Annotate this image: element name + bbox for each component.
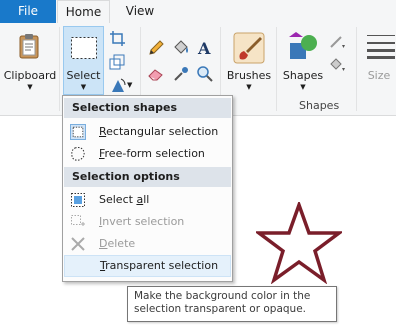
select-label: Select (66, 69, 101, 82)
shapes-label: Shapes (282, 69, 324, 82)
rectangular-selection-icon (71, 37, 97, 59)
magnifier-icon[interactable] (196, 65, 214, 83)
menu-label-post: nvert selection (102, 215, 185, 228)
menu-item-transparent-selection[interactable]: Transparent selection (64, 255, 231, 277)
color-picker-icon[interactable] (172, 65, 190, 83)
group-divider (59, 27, 60, 111)
size-label: Size (367, 69, 391, 82)
text-icon[interactable]: A (196, 39, 214, 57)
free-form-selection-icon (71, 147, 85, 161)
chevron-down-icon: ▼ (246, 83, 252, 91)
clipboard-button[interactable]: Clipboard ▼ (3, 25, 57, 95)
select-button[interactable]: Select ▼ (63, 26, 104, 95)
fill-bucket-icon[interactable] (172, 39, 190, 57)
select-all-icon (71, 193, 85, 207)
chevron-down-icon: ▼ (80, 83, 87, 91)
menu-item-rectangular-selection[interactable]: Rectangular selection (64, 121, 231, 143)
outline-icon[interactable] (328, 33, 346, 51)
chevron-down-icon: ▼ (300, 83, 306, 91)
tooltip: Make the background color in the selecti… (127, 286, 337, 322)
chevron-down-icon[interactable]: ▼ (127, 81, 132, 89)
delete-icon (71, 237, 85, 251)
menu-item-delete[interactable]: Delete (64, 233, 231, 255)
brushes-label: Brushes (226, 69, 272, 82)
menu-label-post: ransparent selection (105, 259, 219, 272)
resize-icon[interactable] (109, 53, 127, 71)
menu-label-post: ectangular selection (106, 125, 219, 138)
svg-text:A: A (197, 39, 211, 57)
invert-selection-icon (71, 215, 85, 226)
eraser-icon[interactable] (147, 65, 165, 83)
clipboard-icon (19, 34, 39, 59)
size-button[interactable]: Size (362, 25, 396, 95)
tooltip-line-1: Make the background color in the (134, 290, 311, 302)
rectangular-selection-icon (70, 124, 86, 140)
shapes-group-label: Shapes (299, 99, 340, 112)
menu-label-post: elete (107, 237, 136, 250)
tab-file[interactable]: File (0, 0, 56, 23)
menu-label-post: ree-form selection (104, 147, 205, 160)
clipboard-label: Clipboard (3, 69, 57, 82)
shapes-icon (289, 32, 317, 59)
tooltip-line-2: selection transparent or opaque. (134, 303, 306, 315)
menu-label-post: ll (143, 193, 150, 206)
menu-header-selection-shapes: Selection shapes (64, 98, 231, 118)
brushes-button[interactable]: Brushes ▼ (225, 25, 273, 95)
menu-item-select-all[interactable]: Select all (64, 189, 231, 211)
menu-item-free-form-selection[interactable]: Free-form selection (64, 143, 231, 165)
fill-icon[interactable] (328, 56, 346, 74)
menu-item-invert-selection[interactable]: Invert selection (64, 211, 231, 233)
tab-home[interactable]: Home (57, 0, 110, 24)
crop-icon[interactable] (109, 30, 127, 48)
menu-label-pre: Select (99, 193, 137, 206)
pencil-icon[interactable] (147, 39, 165, 57)
brush-icon (233, 32, 265, 64)
star-shape (256, 202, 342, 284)
ribbon-tab-bar: File Home View (0, 0, 396, 24)
chevron-down-icon: ▼ (27, 83, 33, 91)
shapes-button[interactable]: Shapes ▼ (280, 25, 326, 95)
group-divider (356, 27, 357, 111)
group-divider (276, 27, 277, 111)
tab-view[interactable]: View (114, 0, 166, 23)
select-dropdown-menu: Selection shapes Rectangular selection F… (62, 95, 233, 282)
menu-header-selection-options: Selection options (64, 167, 231, 187)
line-size-icon (367, 35, 395, 59)
rotate-icon[interactable] (109, 76, 127, 94)
